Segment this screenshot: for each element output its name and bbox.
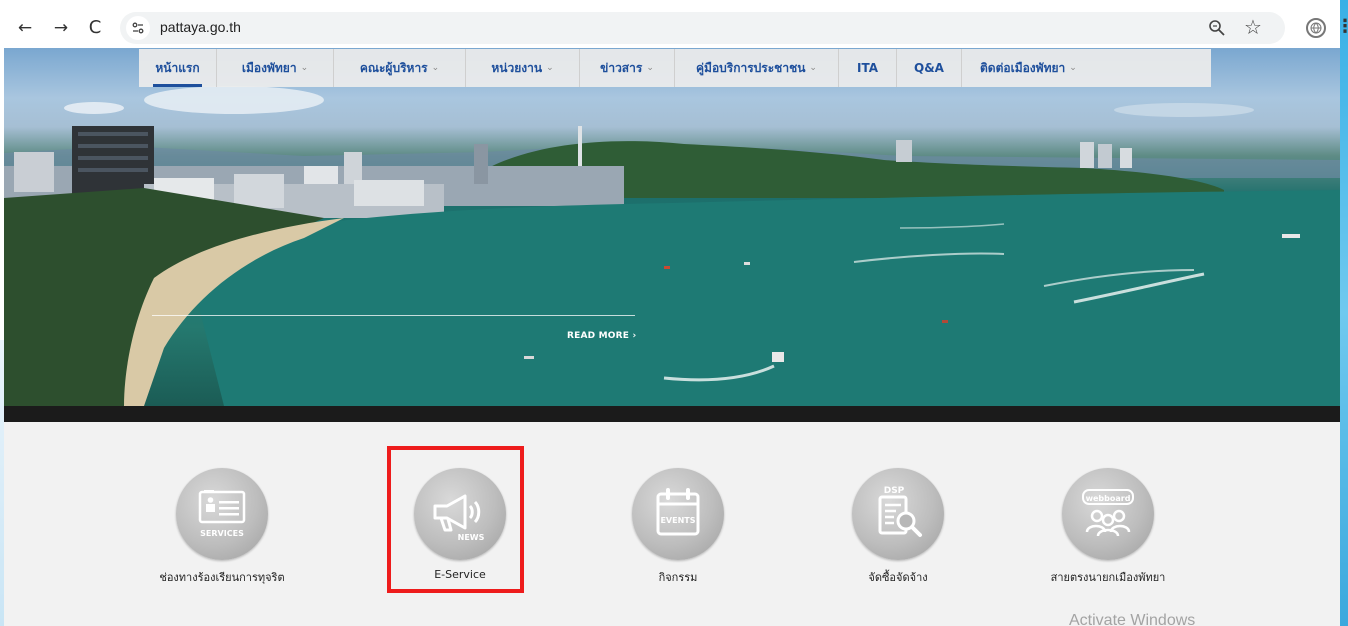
nav-item-label: Q&A xyxy=(914,61,944,75)
service-procurement[interactable]: DSP จัดซื้อจัดจ้าง xyxy=(798,468,998,586)
nav-item-label: ข่าวสาร xyxy=(600,60,643,75)
reload-icon[interactable]: C xyxy=(84,17,106,39)
chevron-down-icon: ⌄ xyxy=(646,63,654,73)
chevron-down-icon: ⌄ xyxy=(1069,63,1077,73)
extension-globe-icon[interactable] xyxy=(1306,18,1326,38)
site-main-nav: หน้าแรก เมืองพัทยา ⌄ คณะผู้บริหาร ⌄ หน่ว… xyxy=(139,49,1211,87)
nav-item-home[interactable]: หน้าแรก xyxy=(139,49,217,87)
chevron-down-icon: ⌄ xyxy=(431,63,440,73)
nav-item-executives[interactable]: คณะผู้บริหาร ⌄ xyxy=(334,49,466,87)
nav-item-departments[interactable]: หน่วยงาน ⌄ xyxy=(466,49,580,87)
svg-text:DSP: DSP xyxy=(884,486,905,496)
back-arrow-icon[interactable]: ← xyxy=(14,17,36,39)
nav-item-label: คณะผู้บริหาร xyxy=(359,60,428,75)
svg-text:webboard: webboard xyxy=(1086,494,1131,503)
hero-banner: READ MORE › xyxy=(4,48,1340,406)
services-icon[interactable]: SERVICES xyxy=(176,468,268,560)
nav-item-label: ITA xyxy=(856,61,878,75)
zoom-icon[interactable] xyxy=(1208,19,1226,37)
nav-item-label: หน้าแรก xyxy=(155,60,200,75)
slider-progress-line xyxy=(152,315,635,316)
events-calendar-icon[interactable]: EVENTS xyxy=(632,468,724,560)
highlight-annotation-box xyxy=(387,446,524,593)
chevron-down-icon: ⌄ xyxy=(546,63,554,73)
nav-item-qa[interactable]: Q&A xyxy=(897,49,962,87)
chevron-down-icon: ⌄ xyxy=(300,63,309,73)
activate-windows-watermark: Activate Windows xyxy=(1069,612,1196,626)
service-label: จัดซื้อจัดจ้าง xyxy=(868,571,928,584)
hero-bottom-band xyxy=(4,406,1340,422)
nav-item-citizen-manual[interactable]: คู่มือบริการประชาชน ⌄ xyxy=(675,49,839,87)
webboard-icon[interactable]: webboard xyxy=(1062,468,1154,560)
read-more-link[interactable]: READ MORE › xyxy=(567,331,636,341)
service-label: สายตรงนายกเมืองพัทยา xyxy=(1050,571,1166,584)
nav-item-label: หน่วยงาน xyxy=(491,60,543,75)
browser-menu-icon[interactable]: ⋮ xyxy=(1336,16,1348,37)
chevron-down-icon: ⌄ xyxy=(809,63,817,73)
service-label: กิจกรรม xyxy=(658,571,698,584)
services-section: SERVICES ช่องทางร้องเรียนการทุจริต NEWS … xyxy=(4,422,1340,626)
service-corruption-complaint[interactable]: SERVICES ช่องทางร้องเรียนการทุจริต xyxy=(122,468,322,586)
slide-background-right xyxy=(1340,0,1348,626)
forward-arrow-icon[interactable]: → xyxy=(50,17,72,39)
nav-item-news[interactable]: ข่าวสาร ⌄ xyxy=(580,49,675,87)
nav-item-pattaya-city[interactable]: เมืองพัทยา ⌄ xyxy=(217,49,334,87)
nav-item-label: ติดต่อเมืองพัทยา xyxy=(980,60,1066,75)
beach-panorama-image xyxy=(4,86,1340,406)
nav-item-contact[interactable]: ติดต่อเมืองพัทยา ⌄ xyxy=(962,49,1211,87)
url-text[interactable]: pattaya.go.th xyxy=(160,19,241,35)
nav-item-ita[interactable]: ITA xyxy=(839,49,897,87)
bookmark-star-icon[interactable]: ☆ xyxy=(1244,15,1262,39)
svg-text:EVENTS: EVENTS xyxy=(660,516,695,525)
service-label: ช่องทางร้องเรียนการทุจริต xyxy=(159,571,285,584)
nav-item-label: เมืองพัทยา xyxy=(241,60,297,75)
dsp-document-icon[interactable]: DSP xyxy=(852,468,944,560)
nav-item-label: คู่มือบริการประชาชน xyxy=(696,60,806,75)
site-settings-icon[interactable] xyxy=(126,16,150,40)
svg-text:SERVICES: SERVICES xyxy=(200,529,244,538)
service-events[interactable]: EVENTS กิจกรรม xyxy=(578,468,778,586)
address-bar[interactable]: pattaya.go.th ☆ xyxy=(120,12,1285,44)
service-mayor-hotline[interactable]: webboard สายตรงนายกเมืองพัทยา xyxy=(1008,468,1208,586)
